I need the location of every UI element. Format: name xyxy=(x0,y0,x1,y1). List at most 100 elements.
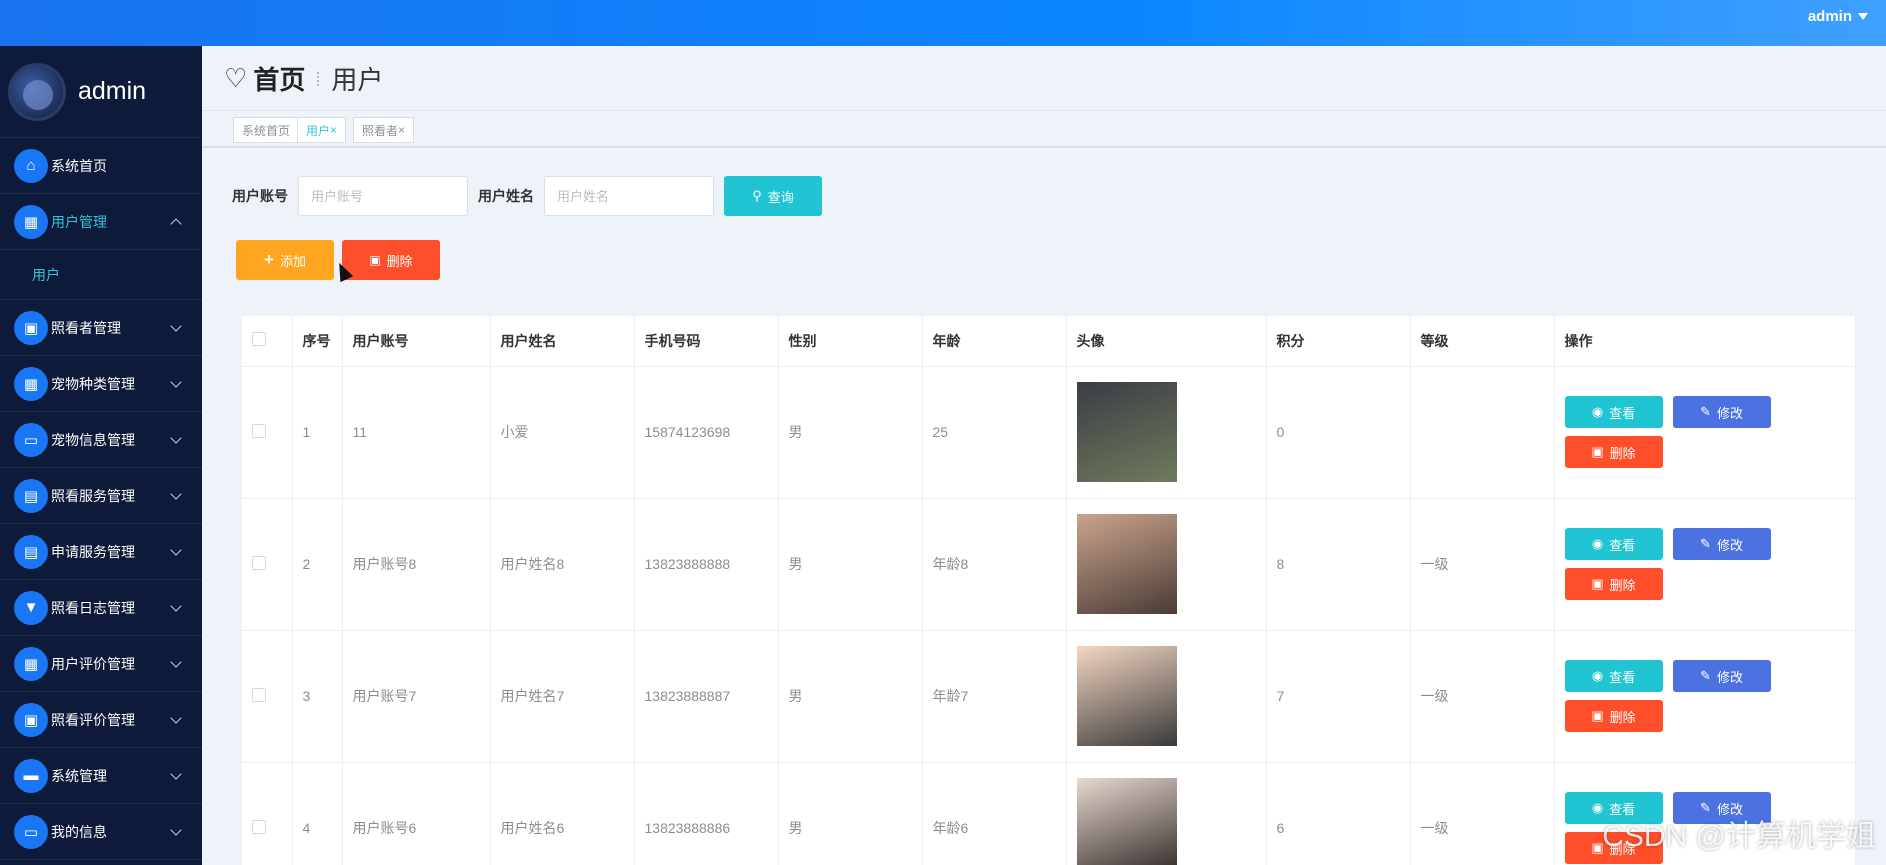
name-input[interactable] xyxy=(544,176,714,216)
monitor-icon: ▭ xyxy=(14,422,48,457)
remove-button-label: 删除 xyxy=(1609,445,1636,461)
tab-0[interactable]: 系统首页 xyxy=(233,117,300,143)
user-table: 序号 用户账号 用户姓名 手机号码 性别 年龄 头像 积分 等级 操作 1 11 小爱 15874123… xyxy=(242,316,1856,865)
tab-1[interactable]: 用户 × xyxy=(297,117,347,143)
cell-points: 7 xyxy=(1266,630,1411,763)
sidebar-item-11[interactable]: ▭ 我的信息 xyxy=(0,804,202,860)
trash-icon: ▣ xyxy=(1591,708,1604,723)
user-menu[interactable]: admin xyxy=(1808,8,1868,25)
sidebar-item-0[interactable]: ⌂ 系统首页 xyxy=(0,138,202,194)
edit-button[interactable]: ✎ 修改 xyxy=(1672,528,1771,560)
select-all-checkbox[interactable] xyxy=(252,332,266,347)
remove-button[interactable]: ▣ 删除 xyxy=(1564,568,1663,600)
sidebar-item-3[interactable]: ▦ 宠物种类管理 xyxy=(0,356,202,412)
remove-button[interactable]: ▣ 删除 xyxy=(1564,436,1663,468)
avatar-photo xyxy=(1076,778,1177,865)
cell-avatar xyxy=(1066,762,1267,865)
row-checkbox[interactable] xyxy=(252,555,266,570)
sidebar-item-8[interactable]: ▦ 用户评价管理 xyxy=(0,636,202,692)
cell-level xyxy=(1410,366,1555,499)
sidebar-item-label: 宠物种类管理 xyxy=(51,375,135,392)
cell-index: 1 xyxy=(292,366,343,499)
cell-account: 11 xyxy=(342,366,491,499)
view-button[interactable]: ◉ 查看 xyxy=(1564,660,1663,692)
pin-icon: ▼ xyxy=(14,590,48,625)
close-icon[interactable]: × xyxy=(398,123,405,137)
view-button[interactable]: ◉ 查看 xyxy=(1564,396,1663,428)
sidebar-item-5[interactable]: ▤ 照看服务管理 xyxy=(0,468,202,524)
delete-button[interactable]: ▣ 删除 xyxy=(342,240,440,280)
sidebar-item-label: 用户管理 xyxy=(51,213,107,230)
sidebar-profile: admin xyxy=(0,46,202,138)
cell-gender: 男 xyxy=(778,498,923,631)
cell-avatar xyxy=(1066,630,1267,763)
top-bar: admin xyxy=(0,0,1886,46)
cell-avatar xyxy=(1066,366,1267,499)
trash-icon: ▣ xyxy=(369,253,381,267)
query-button-label: 查询 xyxy=(767,189,794,205)
edit-button[interactable]: ✎ 修改 xyxy=(1672,660,1771,692)
sidebar-item-4[interactable]: ▭ 宠物信息管理 xyxy=(0,412,202,468)
select-all-cell xyxy=(242,316,293,367)
account-input[interactable] xyxy=(298,176,468,216)
sidebar-item-label: 系统首页 xyxy=(51,157,107,174)
column-header: 手机号码 xyxy=(634,316,779,367)
row-checkbox[interactable] xyxy=(252,687,266,702)
chevron-down-icon xyxy=(170,488,182,500)
search-icon: ⚲ xyxy=(752,188,762,203)
breadcrumb-current: 用户 xyxy=(331,65,384,95)
remove-button[interactable]: ▣ 删除 xyxy=(1564,700,1663,732)
chevron-down-icon xyxy=(170,376,182,388)
chevron-down-icon xyxy=(170,768,182,780)
chevron-down-icon xyxy=(170,712,182,724)
row-checkbox[interactable] xyxy=(252,423,266,438)
view-button[interactable]: ◉ 查看 xyxy=(1564,528,1663,560)
row-checkbox[interactable] xyxy=(252,819,266,834)
breadcrumb-home[interactable]: 首页 xyxy=(253,60,305,97)
sidebar-subitem-users[interactable]: 用户 xyxy=(0,250,202,300)
watermark: CSDN @计算机学姐 xyxy=(1602,820,1876,853)
sidebar-item-label: 系统管理 xyxy=(51,767,107,784)
table-row: 2 用户账号8 用户姓名8 13823888888 男年龄8 8 一级 ◉ 查看 ✎ 修改 ▣ 删除 xyxy=(242,498,1856,631)
cell-name: 小爱 xyxy=(490,366,635,499)
cell-phone: 13823888887 xyxy=(634,630,779,763)
chevron-down-icon xyxy=(170,320,182,332)
sidebar-item-label: 申请服务管理 xyxy=(51,543,135,560)
cell-gender: 男 xyxy=(778,366,923,499)
cell-name: 用户姓名6 xyxy=(490,762,635,865)
edit-button[interactable]: ✎ 修改 xyxy=(1672,396,1771,428)
pencil-icon: ✎ xyxy=(1700,536,1711,551)
table-row: 3 用户账号7 用户姓名7 13823888887 男年龄7 7 一级 ◉ 查看 ✎ 修改 ▣ 删除 xyxy=(242,630,1856,763)
sidebar-item-label: 照看评价管理 xyxy=(51,711,135,728)
add-button[interactable]: + 添加 xyxy=(236,240,334,280)
avatar-photo xyxy=(1076,646,1177,746)
sidebar-item-9[interactable]: ▣ 照看评价管理 xyxy=(0,692,202,748)
cell-phone: 15874123698 xyxy=(634,366,779,499)
sidebar-item-10[interactable]: ▬ 系统管理 xyxy=(0,748,202,804)
eye-icon: ◉ xyxy=(1591,536,1604,551)
cell-phone: 13823888886 xyxy=(634,762,779,865)
plus-icon: + xyxy=(264,250,274,269)
row-select-cell xyxy=(242,498,293,631)
edit-button-label: 修改 xyxy=(1716,537,1743,553)
tab-2[interactable]: 照看者 × xyxy=(353,117,415,143)
view-button-label: 查看 xyxy=(1609,537,1636,553)
account-label: 用户账号 xyxy=(232,188,288,204)
close-icon[interactable]: × xyxy=(330,123,337,137)
query-button[interactable]: ⚲ 查询 xyxy=(724,176,822,216)
cell-account: 用户账号7 xyxy=(342,630,491,763)
sidebar-item-7[interactable]: ▼ 照看日志管理 xyxy=(0,580,202,636)
sidebar-item-2[interactable]: ▣ 照看者管理 xyxy=(0,300,202,356)
sidebar-item-1[interactable]: ▦ 用户管理 xyxy=(0,194,202,250)
sidebar-item-label: 照看服务管理 xyxy=(51,487,135,504)
add-button-label: 添加 xyxy=(279,253,306,269)
sidebar-item-label: 用户评价管理 xyxy=(51,655,135,672)
cell-age: 年龄7 xyxy=(922,630,1067,763)
chat-icon: ▬ xyxy=(14,758,48,793)
cell-name: 用户姓名8 xyxy=(490,498,635,631)
sidebar-item-6[interactable]: ▤ 申请服务管理 xyxy=(0,524,202,580)
delete-button-label: 删除 xyxy=(386,253,413,269)
grid-icon: ▦ xyxy=(14,204,48,239)
column-header: 年龄 xyxy=(922,316,1067,367)
pencil-icon: ✎ xyxy=(1700,668,1711,683)
